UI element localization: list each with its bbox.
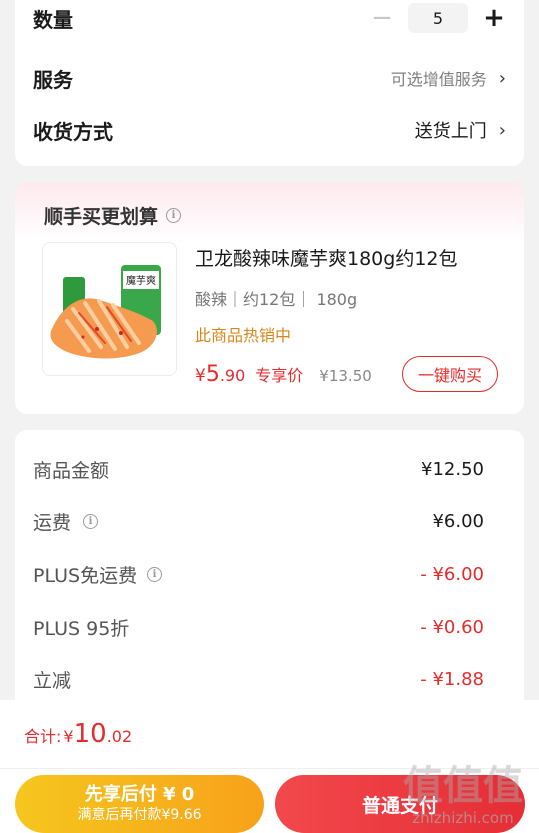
summary-row: PLUS 95折 - ¥0.60 [33,610,484,644]
total-integer: 10 [73,719,107,749]
summary-value: - ¥6.00 [420,563,484,585]
price-original: ¥13.50 [319,367,372,385]
product-spec: 酸辣｜约12包｜ 180g [195,290,358,309]
summary-label: 立减 [33,669,72,692]
divider [0,768,539,769]
quantity-stepper: − 5 + [370,3,506,33]
summary-value: - ¥1.88 [420,668,484,690]
price-tag: 专享价 [255,366,304,385]
product-price: ¥ 5 .90 专享价 ¥13.50 [195,362,372,387]
quantity-row: 数量 − 5 + [33,0,506,36]
product-image[interactable]: 魔芋爽 [42,242,177,376]
info-icon[interactable]: i [147,566,163,582]
order-options-card: 数量 − 5 + 服务 可选增值服务 › 收货方式 送货上门 › [15,0,524,166]
summary-label: PLUS免运费 [33,564,138,587]
summary-value: ¥12.50 [421,458,484,480]
recommend-title-text: 顺手买更划算 [44,206,159,228]
delivery-value: 送货上门 [414,121,487,142]
summary-label-wrap: PLUS免运费 i [33,561,163,588]
package-label: 魔芋爽 [126,274,156,287]
normal-pay-button[interactable]: 普通支付 [275,775,525,833]
service-value: 可选增值服务 [390,70,487,89]
summary-row: PLUS免运费 i - ¥6.00 [33,557,484,591]
pay-later-subtitle: 满意后再付款¥9.66 [77,807,202,823]
order-total: 合计: ¥ 10 .02 [24,719,132,749]
summary-row: 运费 i ¥6.00 [33,504,484,538]
summary-value: ¥6.00 [432,510,484,532]
quantity-input[interactable]: 5 [408,3,468,33]
price-decimal: .90 [219,366,246,385]
service-row[interactable]: 服务 可选增值服务 › [33,60,506,96]
price-summary-card: 商品金额 ¥12.50 运费 i ¥6.00 PLUS免运费 i - ¥6.00… [15,430,524,720]
plus-icon[interactable]: + [482,5,506,31]
summary-label: PLUS 95折 [33,617,130,640]
service-label: 服务 [33,67,73,92]
summary-label-wrap: 运费 i [33,508,99,535]
delivery-label: 收货方式 [33,119,113,144]
snack-package-image: 魔芋爽 [50,265,161,359]
delivery-row[interactable]: 收货方式 送货上门 › [33,112,506,148]
info-icon[interactable]: i [83,513,99,529]
total-decimal: .02 [106,727,133,746]
pay-later-title: 先享后付 ¥ 0 [84,784,195,805]
price-symbol: ¥ [195,366,206,386]
summary-row: 立减 - ¥1.88 [33,662,484,696]
info-icon[interactable]: i [166,208,182,223]
product-name[interactable]: 卫龙酸辣味魔芋爽180g约12包 [195,244,458,271]
price-integer: 5 [205,362,220,387]
chevron-right-icon: › [498,119,506,141]
chevron-right-icon: › [498,67,506,89]
summary-row: 商品金额 ¥12.50 [33,452,484,486]
recommend-card: 顺手买更划算 i 魔芋爽 卫龙酸辣味魔芋爽180g约12包 酸辣｜约12包｜ 1… [15,182,524,414]
pay-later-button[interactable]: 先享后付 ¥ 0 满意后再付款¥9.66 [15,775,264,833]
total-label: 合计: [24,727,62,746]
minus-icon[interactable]: − [370,5,394,31]
summary-label: 运费 [33,511,72,534]
summary-label: 商品金额 [33,459,110,482]
quantity-label: 数量 [33,7,73,32]
product-hot-tag: 此商品热销中 [195,326,292,345]
summary-value: - ¥0.60 [420,616,484,638]
total-symbol: ¥ [63,727,74,746]
one-click-buy-button[interactable]: 一键购买 [402,356,498,392]
recommend-title: 顺手买更划算 i [44,202,182,229]
